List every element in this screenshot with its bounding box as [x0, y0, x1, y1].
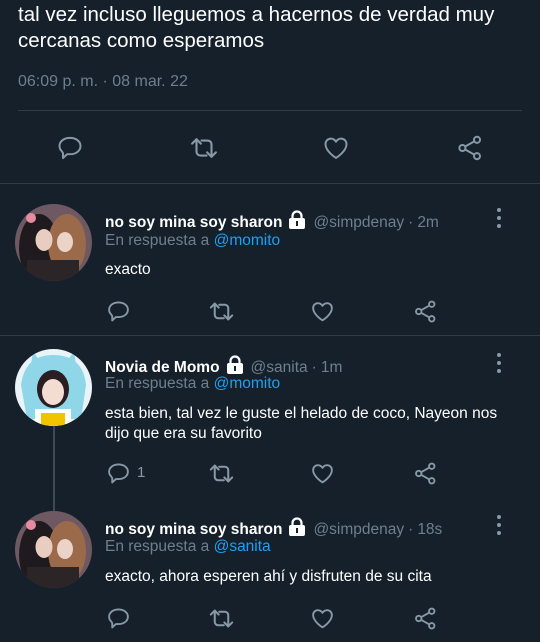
in-reply-prefix: En respuesta a [105, 375, 210, 392]
reply-button[interactable] [101, 601, 135, 635]
user-handle[interactable]: @sanita [251, 359, 308, 377]
reply-button[interactable] [101, 456, 135, 490]
main-like-button[interactable] [319, 131, 353, 165]
mention-link[interactable]: @momito [214, 232, 281, 249]
share-icon [414, 607, 435, 629]
thread-line [53, 425, 55, 515]
reply-icon [58, 136, 82, 160]
heart-icon [311, 463, 333, 483]
retweet-button[interactable] [204, 601, 238, 635]
heart-icon [311, 608, 333, 628]
reply-count: 1 [137, 464, 146, 481]
divider [0, 183, 540, 184]
retweet-icon [209, 609, 233, 627]
like-button[interactable] [305, 456, 339, 490]
in-reply-to: En respuesta a @momito [105, 375, 280, 393]
reply-icon [107, 608, 129, 628]
more-options-button[interactable] [492, 353, 506, 373]
in-reply-prefix: En respuesta a [105, 538, 210, 555]
retweet-button[interactable] [204, 456, 238, 490]
share-button[interactable] [408, 456, 442, 490]
user-name[interactable]: no soy mina soy sharon [105, 214, 282, 232]
divider [0, 335, 540, 336]
retweet-icon [191, 138, 217, 158]
separator: · [408, 213, 414, 231]
like-button[interactable] [305, 601, 339, 635]
share-icon [414, 462, 435, 484]
main-share-button[interactable] [453, 131, 487, 165]
in-reply-to: En respuesta a @momito [105, 232, 280, 250]
avatar[interactable] [15, 349, 92, 426]
retweet-icon [209, 464, 233, 482]
more-options-button[interactable] [492, 208, 506, 228]
reply-time: 2m [417, 213, 439, 231]
in-reply-to: En respuesta a @sanita [105, 538, 271, 556]
divider [18, 110, 522, 111]
reply-text: esta bien, tal vez le guste el helado de… [105, 405, 498, 442]
user-handle[interactable]: @simpdenay [313, 214, 404, 232]
lock-icon [287, 517, 307, 542]
user-handle[interactable]: @simpdenay [313, 521, 404, 539]
lock-icon [287, 210, 307, 235]
like-button[interactable] [305, 294, 339, 328]
separator: · [408, 520, 414, 538]
reply-time: 18s [417, 520, 443, 538]
share-button[interactable] [408, 601, 442, 635]
user-name[interactable]: Novia de Momo [105, 359, 220, 377]
separator: · [311, 358, 317, 376]
share-icon [458, 135, 482, 161]
share-icon [414, 300, 435, 322]
reply-time: 1m [320, 358, 343, 376]
main-tweet-timestamp: 06:09 p. m. · 08 mar. 22 [18, 73, 188, 90]
user-name[interactable]: no soy mina soy sharon [105, 521, 282, 539]
reply-text: exacto, ahora esperen ahí y disfruten de… [105, 568, 432, 585]
reply-button[interactable] [101, 294, 135, 328]
reply-icon [107, 301, 129, 321]
reply-text: exacto [105, 261, 151, 278]
heart-icon [311, 301, 333, 321]
retweet-button[interactable] [204, 294, 238, 328]
avatar[interactable] [15, 204, 92, 281]
main-tweet-text: tal vez incluso lleguemos a hacernos de … [18, 3, 495, 52]
mention-link[interactable]: @momito [214, 375, 281, 392]
in-reply-prefix: En respuesta a [105, 232, 210, 249]
reply-icon [107, 463, 129, 483]
mention-link[interactable]: @sanita [214, 538, 271, 555]
share-button[interactable] [408, 294, 442, 328]
retweet-icon [209, 302, 233, 320]
more-options-button[interactable] [492, 515, 506, 535]
main-retweet-button[interactable] [187, 131, 221, 165]
heart-icon [324, 137, 348, 159]
avatar[interactable] [15, 511, 92, 588]
main-reply-button[interactable] [53, 131, 87, 165]
